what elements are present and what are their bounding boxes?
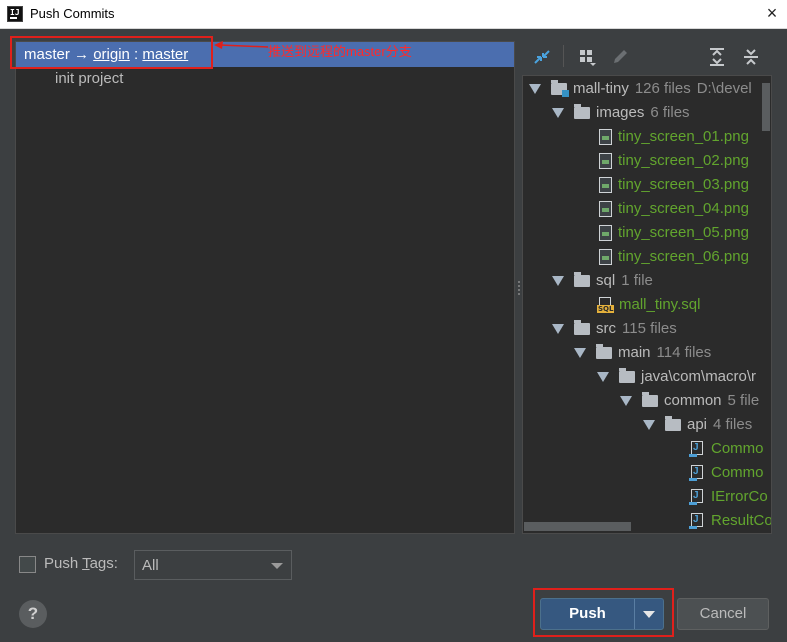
tree-node-root[interactable]: mall-tiny 126 files D:\devel [529, 77, 752, 101]
push-button-label: Push [569, 605, 606, 622]
push-tags-checkbox[interactable] [19, 556, 36, 573]
image-file-icon [599, 153, 612, 170]
folder-icon [596, 344, 612, 360]
commit-item[interactable]: init project [55, 70, 123, 87]
java-file-icon: J [689, 465, 705, 482]
tree-file[interactable]: tiny_screen_02.png [599, 149, 749, 173]
collapse-icon[interactable] [532, 47, 552, 67]
tree-file[interactable]: tiny_screen_05.png [599, 221, 749, 245]
splitter-handle[interactable] [517, 280, 521, 298]
tree-node-java[interactable]: java\com\macro\r [597, 365, 756, 389]
push-tags-label: Push Tags: [44, 555, 118, 572]
button-divider [634, 599, 635, 629]
horizontal-scrollbar[interactable] [524, 522, 631, 531]
toolbar-separator [563, 45, 564, 67]
expand-all-icon[interactable] [707, 47, 727, 67]
vertical-scrollbar[interactable] [762, 83, 770, 131]
folder-icon [574, 104, 590, 120]
changed-files-tree: mall-tiny 126 files D:\devel images 6 files… [522, 75, 772, 534]
expand-arrow-icon[interactable] [552, 276, 564, 287]
expand-arrow-icon[interactable] [552, 324, 564, 335]
sql-file-icon: SQL [597, 297, 615, 314]
tree-node-main[interactable]: main 114 files [574, 341, 711, 365]
tree-node-images[interactable]: images 6 files [552, 101, 690, 125]
cancel-button[interactable]: Cancel [677, 598, 769, 630]
java-file-icon: J [689, 489, 705, 506]
annotation-arrow-icon [214, 41, 269, 49]
expand-arrow-icon[interactable] [643, 420, 655, 431]
folder-icon [619, 368, 635, 384]
image-file-icon [599, 225, 612, 242]
expand-arrow-icon[interactable] [620, 396, 632, 407]
folder-icon [642, 392, 658, 408]
tree-file[interactable]: J Commo [689, 437, 764, 461]
folder-icon [574, 320, 590, 336]
image-file-icon [599, 249, 612, 266]
expand-arrow-icon[interactable] [597, 372, 609, 383]
expand-arrow-icon[interactable] [552, 108, 564, 119]
expand-arrow-icon[interactable] [529, 84, 541, 95]
java-file-icon: J [689, 513, 705, 530]
tree-file[interactable]: SQL mall_tiny.sql [597, 293, 700, 317]
tree-file[interactable]: J ResultCo [689, 509, 771, 533]
tree-file[interactable]: tiny_screen_01.png [599, 125, 749, 149]
tree-node-sql[interactable]: sql 1 file [552, 269, 653, 293]
expand-arrow-icon[interactable] [574, 348, 586, 359]
title-bar: IJ Push Commits × [0, 0, 787, 29]
push-options-dropdown-icon[interactable] [643, 611, 655, 618]
collapse-all-icon[interactable] [741, 47, 761, 67]
image-file-icon [599, 201, 612, 218]
tree-file[interactable]: tiny_screen_06.png [599, 245, 749, 269]
image-file-icon [599, 177, 612, 194]
tree-file[interactable]: tiny_screen_03.png [599, 173, 749, 197]
tags-dropdown-value: All [142, 557, 159, 574]
tags-dropdown[interactable]: All [134, 550, 292, 580]
close-icon[interactable]: × [762, 3, 782, 23]
tree-node-api[interactable]: api 4 files [643, 413, 752, 437]
tree-file[interactable]: tiny_screen_04.png [599, 197, 749, 221]
commits-panel: master → origin : master init project [15, 41, 515, 534]
tree-node-src[interactable]: src 115 files [552, 317, 677, 341]
tree-file[interactable]: J IErrorCo [689, 485, 768, 509]
annotation-text: 推送到远程的master分支 [268, 44, 412, 59]
push-button[interactable]: Push [540, 598, 664, 630]
folder-icon [574, 272, 590, 288]
java-file-icon: J [689, 441, 705, 458]
window-title: Push Commits [30, 6, 115, 21]
tree-file[interactable]: J Commo [689, 461, 764, 485]
annotation-highlight-box [10, 36, 213, 69]
help-button[interactable]: ? [19, 600, 47, 628]
module-folder-icon [551, 80, 569, 98]
image-file-icon [599, 129, 612, 146]
tree-node-common[interactable]: common 5 file [620, 389, 759, 413]
intellij-app-icon: IJ [7, 6, 23, 22]
group-by-icon[interactable] [577, 47, 597, 67]
folder-icon [665, 416, 681, 432]
chevron-down-icon [271, 563, 283, 569]
edit-icon[interactable] [610, 47, 630, 67]
